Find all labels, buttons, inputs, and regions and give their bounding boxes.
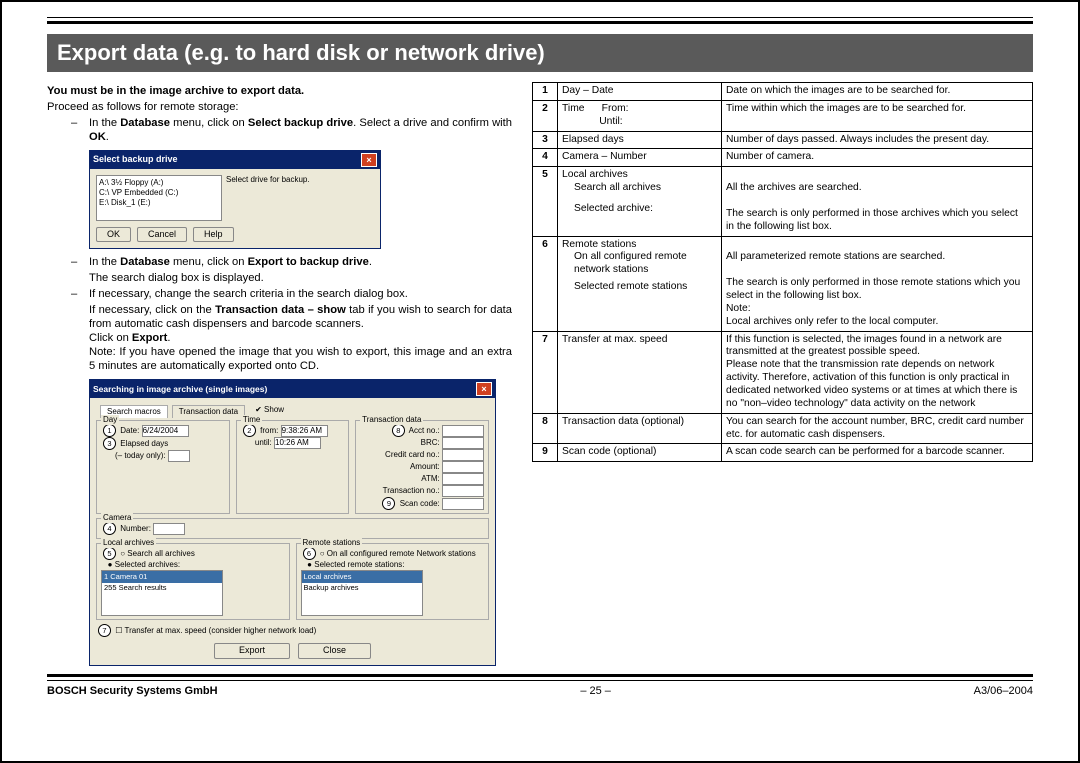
bullet-dash: – [71, 116, 81, 144]
reference-table: 1Day – DateDate on which the images are … [532, 82, 1033, 462]
table-row: 1Day – DateDate on which the images are … [533, 83, 1033, 101]
drive-listbox[interactable]: A:\ 3½ Floppy (A:) C:\ VP Embedded (C:) … [96, 175, 222, 221]
group-camera: Camera [101, 513, 133, 523]
dialog1-hint: Select drive for backup. [226, 175, 374, 185]
marker-7: 7 [98, 624, 111, 637]
elapsed-field[interactable] [168, 450, 190, 462]
table-row: 5 Local archives Search all archives Sel… [533, 167, 1033, 236]
page-footer: BOSCH Security Systems GmbH – 25 – A3/06… [47, 685, 1033, 697]
close-icon[interactable]: × [361, 153, 377, 167]
tab-transaction-data[interactable]: Transaction data [172, 405, 245, 418]
footer-page-number: – 25 – [580, 685, 611, 697]
proceed-text: Proceed as follows for remote storage: [47, 100, 512, 114]
step4: Click on Export. [47, 331, 512, 345]
marker-9: 9 [382, 497, 395, 510]
step1: In the Database menu, click on Select ba… [89, 116, 512, 144]
brc-field[interactable] [442, 437, 484, 449]
table-row: 4Camera – NumberNumber of camera. [533, 149, 1033, 167]
dialog1-title: Select backup drive [93, 154, 178, 165]
marker-4: 4 [103, 522, 116, 535]
table-row: 3Elapsed daysNumber of days passed. Alwa… [533, 131, 1033, 149]
close-icon[interactable]: × [476, 382, 492, 396]
group-local-archives: Local archives [101, 538, 156, 548]
footer-company: BOSCH Security Systems GmbH [47, 685, 218, 697]
marker-2: 2 [243, 424, 256, 437]
from-field[interactable]: 9:38:26 AM [281, 425, 328, 437]
marker-5: 5 [103, 547, 116, 560]
ok-button[interactable]: OK [96, 227, 131, 242]
group-day: Day [101, 415, 119, 425]
table-row: 6 Remote stations On all configured remo… [533, 236, 1033, 331]
until-field[interactable]: 10:26 AM [274, 437, 321, 449]
scan-field[interactable] [442, 498, 484, 510]
table-row: 9Scan code (optional)A scan code search … [533, 444, 1033, 462]
cc-field[interactable] [442, 449, 484, 461]
step2: In the Database menu, click on Export to… [89, 255, 372, 269]
step3: If necessary, change the search criteria… [89, 287, 408, 301]
help-button[interactable]: Help [193, 227, 234, 242]
date-field[interactable]: 6/24/2004 [142, 425, 189, 437]
note-text: Note: If you have opened the image that … [47, 345, 512, 373]
export-button[interactable]: Export [214, 643, 290, 658]
table-row: 7Transfer at max. speedIf this function … [533, 331, 1033, 413]
group-transaction-data: Transaction data [360, 415, 423, 425]
atm-field[interactable] [442, 473, 484, 485]
step3b: If necessary, click on the Transaction d… [47, 303, 512, 331]
acct-field[interactable] [442, 425, 484, 437]
marker-1: 1 [103, 424, 116, 437]
dialog2-title: Searching in image archive (single image… [93, 384, 267, 395]
camera-number-field[interactable] [153, 523, 185, 535]
marker-8: 8 [392, 424, 405, 437]
group-remote-stations: Remote stations [301, 538, 363, 548]
search-dialog: Searching in image archive (single image… [89, 379, 496, 665]
cancel-button[interactable]: Cancel [137, 227, 187, 242]
group-time: Time [241, 415, 262, 425]
intro-bold: You must be in the image archive to expo… [47, 84, 512, 98]
transfer-checkbox-label[interactable]: Transfer at max. speed (consider higher … [124, 626, 316, 635]
table-row: 2Time From: Until:Time within which the … [533, 100, 1033, 131]
table-row: 8Transaction data (optional)You can sear… [533, 413, 1033, 444]
step2-line2: The search dialog box is displayed. [47, 271, 512, 285]
page-title: Export data (e.g. to hard disk or networ… [47, 34, 1033, 72]
close-button[interactable]: Close [298, 643, 371, 658]
marker-3: 3 [103, 437, 116, 450]
footer-doc-id: A3/06–2004 [974, 685, 1033, 697]
select-backup-drive-dialog: Select backup drive × A:\ 3½ Floppy (A:)… [89, 150, 381, 249]
remote-station-listbox[interactable]: Local archives Backup archives [301, 570, 423, 616]
marker-6: 6 [303, 547, 316, 560]
txnno-field[interactable] [442, 485, 484, 497]
local-archive-listbox[interactable]: 1 Camera 01 255 Search results [101, 570, 223, 616]
amount-field[interactable] [442, 461, 484, 473]
